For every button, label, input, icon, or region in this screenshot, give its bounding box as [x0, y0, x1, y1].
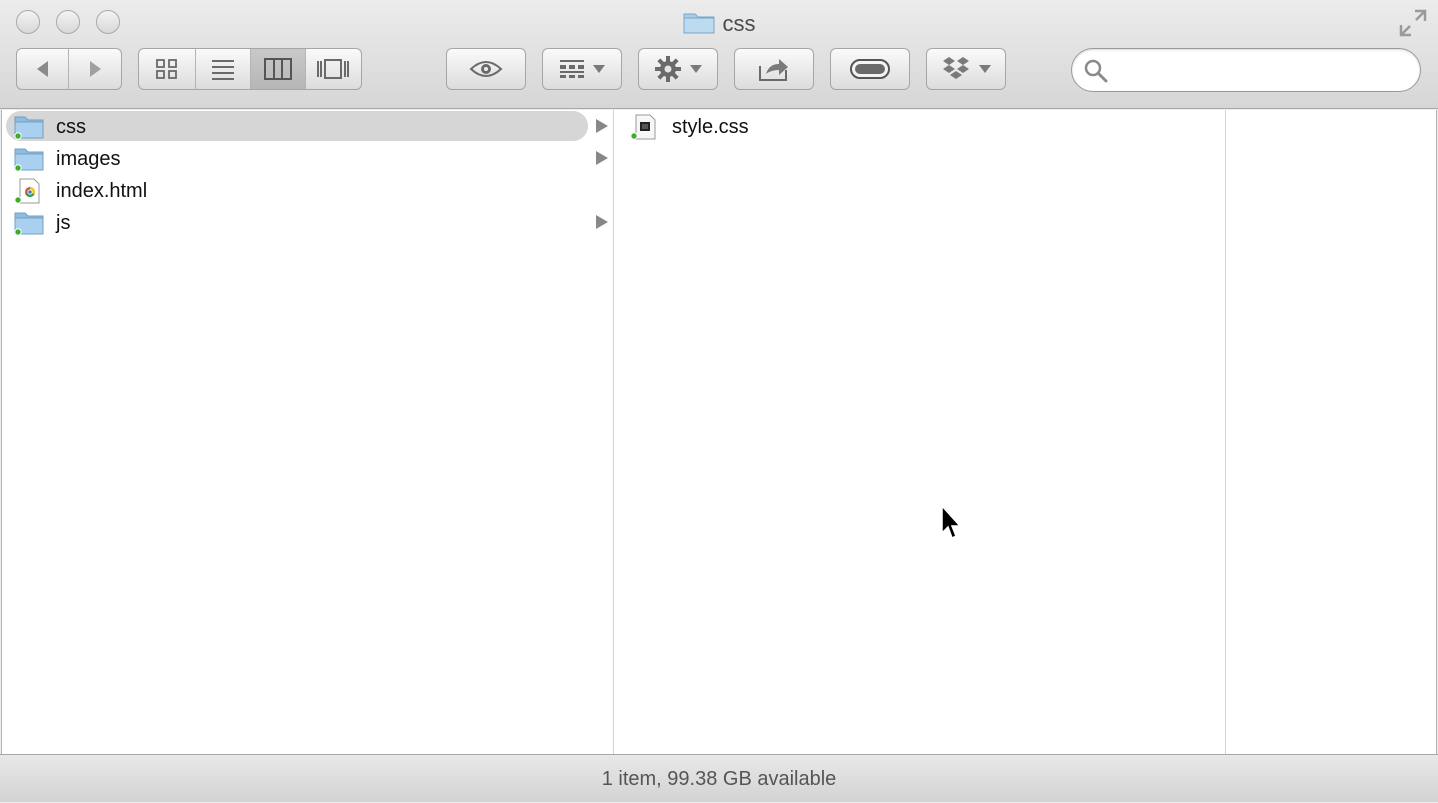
browser-row[interactable]: css: [6, 111, 608, 141]
disclosure-arrow-icon: [596, 151, 608, 165]
browser-row-label: css: [56, 116, 86, 138]
folder-icon: [14, 114, 44, 140]
edit-tags-button[interactable]: [830, 48, 910, 90]
finder-window: css css images index.html js style.css 1…: [0, 0, 1438, 802]
tag-icon: [850, 59, 890, 79]
browser-row[interactable]: index.html: [6, 175, 588, 205]
disclosure-arrow-icon: [596, 119, 608, 133]
dropbox-icon: [943, 57, 969, 79]
gear-icon: [655, 56, 681, 82]
grid-icon: [155, 59, 177, 79]
html-file-icon: [14, 178, 44, 204]
search-icon: [1084, 59, 1108, 83]
browser-row-label: style.css: [672, 116, 749, 138]
browser-row-label: index.html: [56, 180, 148, 202]
forward-button[interactable]: [69, 49, 121, 89]
folder-icon: [14, 146, 44, 172]
browser-column-3[interactable]: [1226, 110, 1438, 754]
action-button[interactable]: [638, 48, 718, 90]
chevron-down-icon: [979, 65, 991, 73]
browser-column-2[interactable]: style.css: [614, 110, 1226, 754]
coverflow-view-button[interactable]: [306, 49, 361, 89]
columns-icon: [263, 58, 292, 80]
back-button[interactable]: [17, 49, 70, 89]
search-field[interactable]: [1071, 48, 1421, 92]
icon-view-button[interactable]: [139, 49, 196, 89]
column-view-button[interactable]: [251, 49, 306, 89]
arrange-button[interactable]: [542, 48, 622, 90]
nav-back-forward: [16, 48, 122, 90]
browser-row[interactable]: js: [6, 207, 608, 237]
browser-row-label: js: [56, 212, 71, 234]
css-file-icon: [630, 114, 660, 140]
coverflow-icon: [317, 59, 350, 79]
mouse-pointer-icon: [941, 505, 962, 540]
browser-row-label: images: [56, 148, 121, 170]
quick-look-button[interactable]: [446, 48, 526, 90]
chevron-down-icon: [593, 65, 605, 73]
browser-row[interactable]: images: [6, 143, 608, 173]
folder-icon: [683, 10, 715, 40]
chevron-down-icon: [690, 65, 702, 73]
list-icon: [211, 60, 234, 80]
share-button[interactable]: [734, 48, 814, 90]
back-arrow-icon: [36, 61, 48, 77]
share-icon: [759, 59, 788, 81]
list-view-button[interactable]: [196, 49, 251, 89]
eye-icon: [469, 61, 503, 77]
dropbox-button[interactable]: [926, 48, 1006, 90]
view-mode-segmented: [138, 48, 362, 90]
browser-row[interactable]: style.css: [622, 111, 1212, 141]
status-text: 1 item, 99.38 GB available: [601, 768, 837, 790]
status-bar: 1 item, 99.38 GB available: [0, 754, 1438, 802]
window-title: css: [0, 10, 1438, 36]
column-browser: css images index.html js style.css: [1, 110, 1437, 754]
search-input[interactable]: [1118, 55, 1412, 87]
folder-icon: [14, 210, 44, 236]
titlebar-toolbar: css: [0, 0, 1438, 109]
window-title-text: css: [722, 10, 756, 36]
fullscreen-icon[interactable]: [1398, 8, 1428, 38]
disclosure-arrow-icon: [596, 215, 608, 229]
browser-column-1[interactable]: css images index.html js: [2, 110, 614, 754]
forward-arrow-icon: [90, 61, 101, 77]
arrange-icon: [560, 60, 584, 78]
